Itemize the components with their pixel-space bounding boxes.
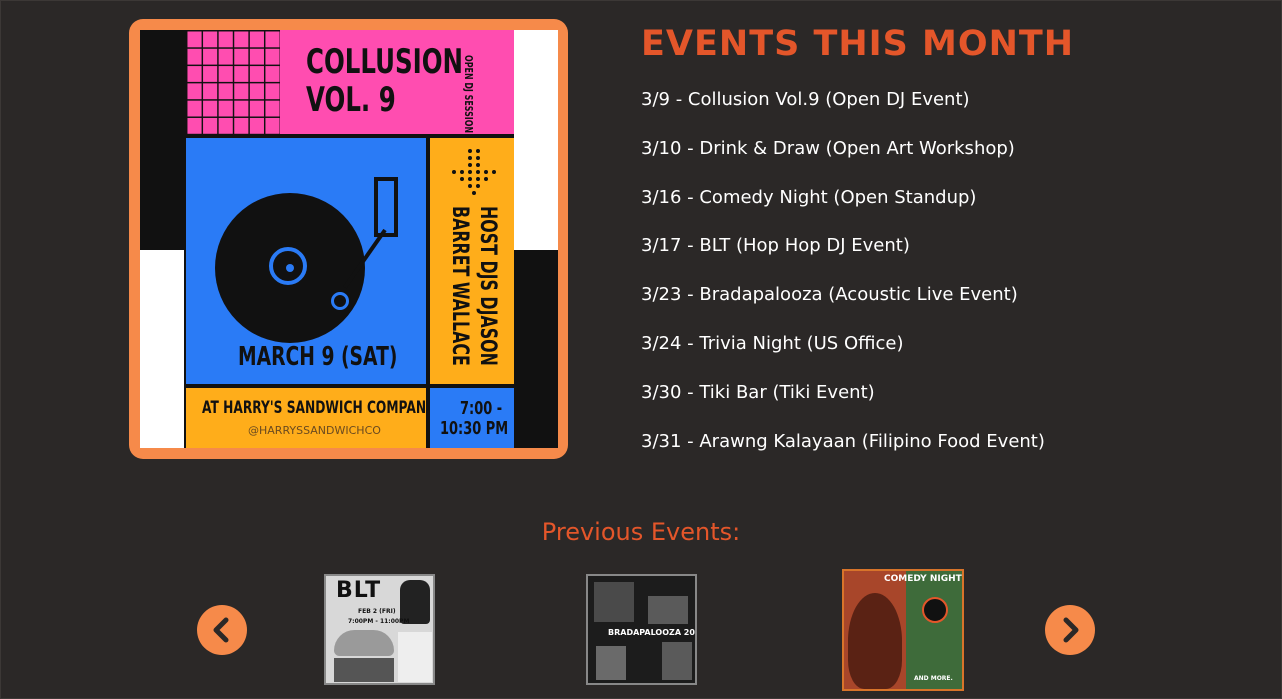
poster-venue-block — [186, 388, 426, 448]
events-list: 3/9 - Collusion Vol.9 (Open DJ Event) 3/… — [641, 88, 1045, 478]
record-spindle — [286, 264, 294, 272]
event-item: 3/9 - Collusion Vol.9 (Open DJ Event) — [641, 89, 970, 110]
poster-grid-pattern — [186, 30, 280, 134]
photo-block — [596, 646, 626, 680]
thumb-bradapalooza-title: BRADAPALOOZA 2023 — [608, 628, 697, 637]
previous-event-thumb-bradapalooza[interactable]: BRADAPALOOZA 2023 — [586, 574, 697, 685]
tonearm-pivot — [331, 292, 349, 310]
poster-date: MARCH 9 (SAT) — [238, 342, 398, 372]
poster-host-line1: HOST DJS DJASON — [475, 206, 500, 366]
event-item: 3/30 - Tiki Bar (Tiki Event) — [641, 381, 875, 403]
poster-title-line1: COLLUSION — [306, 42, 464, 82]
poster-time-line2: 10:30 PM — [440, 418, 509, 439]
photo-block — [648, 596, 688, 624]
previous-event-thumb-comedy-night[interactable]: COMEDY NIGHT AND MORE. — [842, 569, 964, 691]
thumb-blt-title: BLT — [336, 578, 382, 603]
poster-venue: AT HARRY'S SANDWICH COMPANY — [202, 398, 435, 418]
thumb-blt-date: FEB 2 (FRI) — [358, 608, 396, 615]
poster-time-line1: 7:00 - — [460, 398, 503, 419]
thumb-blt-host-box — [398, 632, 432, 682]
events-title: EVENTS THIS MONTH — [641, 24, 1075, 64]
poster-side-label: OPEN DJ SESSION — [462, 55, 475, 134]
venue-logo — [922, 597, 948, 623]
poster-host-line2: BARRET WALLACE — [447, 206, 472, 366]
thumb-blt-footer — [334, 658, 394, 682]
microphone-face-graphic — [848, 593, 902, 689]
chevron-left-icon — [213, 617, 229, 643]
previous-events-title: Previous Events: — [541, 518, 741, 546]
event-item: 3/24 - Trivia Night (US Office) — [641, 332, 904, 354]
previous-event-thumb-blt[interactable]: BLT FEB 2 (FRI) 7:00PM - 11:00PM — [324, 574, 435, 685]
turntable-record — [215, 193, 365, 343]
featured-event-poster[interactable]: COLLUSION VOL. 9 OPEN DJ SESSION MARCH 9… — [129, 19, 568, 459]
tonearm-head — [374, 177, 398, 237]
down-arrow-icon — [452, 149, 496, 195]
poster-white-block-left — [140, 250, 184, 448]
thumb-comedy-more: AND MORE. — [914, 675, 953, 682]
event-item: 3/16 - Comedy Night (Open Standup) — [641, 186, 977, 208]
photo-block — [662, 642, 692, 680]
thumb-blt-time: 7:00PM - 11:00PM — [348, 618, 410, 625]
poster-white-block-right — [514, 30, 558, 250]
poster-handle: @HARRYSSANDWICHCO — [248, 424, 381, 437]
sandwich-graphic — [334, 630, 394, 656]
poster-artwork: COLLUSION VOL. 9 OPEN DJ SESSION MARCH 9… — [140, 30, 558, 448]
event-item: 3/17 - BLT (Hop Hop DJ Event) — [641, 235, 910, 257]
chevron-right-icon — [1063, 617, 1079, 643]
comedy-green-panel — [906, 571, 962, 689]
carousel-next-button[interactable] — [1045, 605, 1095, 655]
event-item: 3/23 - Bradapalooza (Acoustic Live Event… — [641, 284, 1018, 306]
thumb-comedy-title: COMEDY NIGHT — [884, 574, 962, 584]
event-item: 3/31 - Arawng Kalayaan (Filipino Food Ev… — [641, 430, 1045, 452]
photo-block — [594, 582, 634, 622]
event-item: 3/10 - Drink & Draw (Open Art Workshop) — [641, 137, 1015, 159]
carousel-prev-button[interactable] — [197, 605, 247, 655]
poster-title-line2: VOL. 9 — [306, 80, 396, 120]
